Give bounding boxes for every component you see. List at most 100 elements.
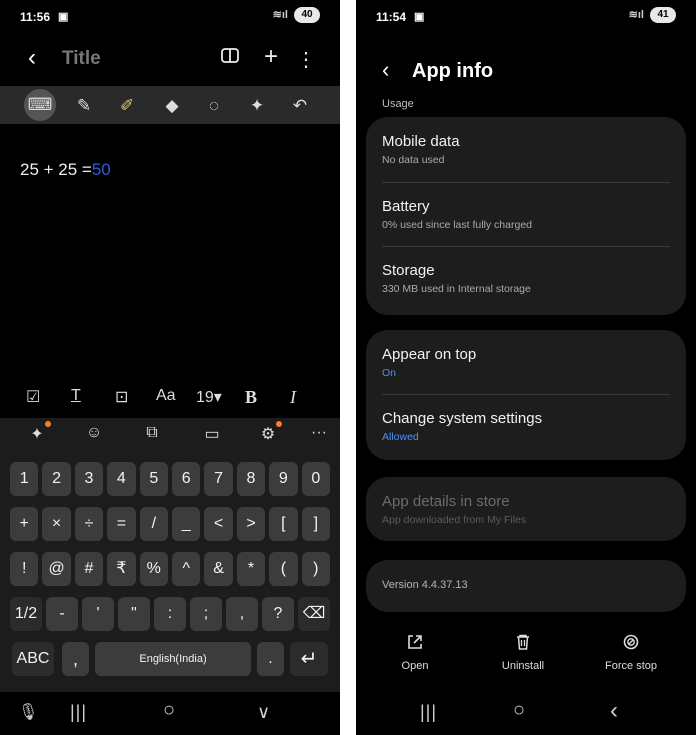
key[interactable]: *: [236, 552, 266, 586]
pen-icon[interactable]: ✎: [72, 94, 96, 118]
abc-key[interactable]: ABC: [12, 642, 54, 676]
ai-sparkle-icon[interactable]: ✦: [26, 424, 48, 444]
comma-key[interactable]: ,: [62, 642, 89, 676]
row-title: Storage: [382, 262, 435, 279]
key[interactable]: ]: [301, 507, 330, 541]
wifi-signal-icon: ≋ıl: [628, 9, 644, 21]
open-button[interactable]: Open: [370, 634, 460, 672]
checkbox-icon[interactable]: ☑: [26, 387, 40, 407]
enter-key[interactable]: ↵: [290, 642, 328, 676]
page-switch-key[interactable]: 1/2: [10, 597, 42, 631]
key[interactable]: ?: [262, 597, 294, 631]
key[interactable]: 4: [107, 462, 136, 496]
text-box-icon[interactable]: ⊡: [115, 387, 128, 407]
eraser-icon[interactable]: ◆: [160, 94, 184, 118]
uninstall-button[interactable]: Uninstall: [478, 634, 568, 672]
plus-icon[interactable]: +: [259, 43, 283, 71]
key[interactable]: ×: [42, 507, 71, 541]
action-label: Force stop: [605, 660, 657, 672]
mic-icon[interactable]: 🎙︎: [18, 702, 38, 722]
keyboard-icon[interactable]: ⌨: [24, 89, 56, 121]
key[interactable]: 6: [172, 462, 201, 496]
key[interactable]: ): [301, 552, 330, 586]
highlighter-icon[interactable]: ✐: [115, 94, 139, 118]
key[interactable]: ₹: [107, 552, 136, 586]
text-style-icon[interactable]: T: [71, 387, 81, 405]
note-canvas[interactable]: 25 + 25 =50: [0, 124, 340, 379]
key[interactable]: 1: [10, 462, 39, 496]
key[interactable]: ': [82, 597, 114, 631]
key[interactable]: %: [139, 552, 168, 586]
note-title[interactable]: Title: [62, 48, 101, 70]
settings-icon[interactable]: ⚙: [257, 424, 279, 444]
font-size-dropdown[interactable]: 19▾: [196, 387, 222, 407]
key[interactable]: !: [10, 552, 39, 586]
notification-dot: [45, 421, 51, 427]
key[interactable]: 9: [269, 462, 298, 496]
key[interactable]: 0: [301, 462, 330, 496]
undo-icon[interactable]: ↶: [288, 94, 312, 118]
key[interactable]: 8: [236, 462, 266, 496]
backspace-key[interactable]: ⌫: [298, 597, 330, 631]
key[interactable]: <: [204, 507, 233, 541]
usage-card: Mobile data No data used Battery 0% used…: [366, 117, 686, 315]
key[interactable]: (: [269, 552, 298, 586]
ai-sparkle-icon[interactable]: ✦: [245, 94, 269, 118]
key[interactable]: 3: [74, 462, 104, 496]
row-subtitle: App downloaded from My Files: [382, 514, 527, 526]
recents-button[interactable]: |||: [70, 702, 87, 723]
key[interactable]: 7: [204, 462, 233, 496]
battery-row[interactable]: Battery 0% used since last fully charged: [382, 198, 670, 231]
key[interactable]: ,: [226, 597, 258, 631]
status-time: 11:56: [20, 10, 51, 24]
key[interactable]: @: [42, 552, 71, 586]
key[interactable]: ;: [190, 597, 222, 631]
row-status: Allowed: [382, 431, 419, 443]
key[interactable]: /: [139, 507, 168, 541]
mobile-data-row[interactable]: Mobile data No data used: [382, 133, 670, 166]
clipboard-icon[interactable]: ▭: [201, 424, 223, 444]
translate-icon[interactable]: ⧉: [141, 424, 163, 442]
key[interactable]: -: [46, 597, 78, 631]
key[interactable]: :: [154, 597, 186, 631]
key[interactable]: ÷: [74, 507, 104, 541]
lasso-icon[interactable]: ◌: [202, 94, 226, 118]
more-vert-icon[interactable]: ⋮: [294, 47, 318, 72]
key[interactable]: _: [172, 507, 201, 541]
back-nav-button[interactable]: ‹: [610, 697, 618, 725]
home-button[interactable]: ○: [163, 699, 175, 722]
bold-button[interactable]: B: [245, 387, 257, 408]
italic-button[interactable]: I: [290, 387, 296, 408]
key[interactable]: 2: [42, 462, 71, 496]
key[interactable]: #: [74, 552, 104, 586]
divider: [382, 246, 670, 247]
key[interactable]: =: [107, 507, 136, 541]
change-system-settings-row[interactable]: Change system settings Allowed: [382, 410, 670, 443]
key[interactable]: ^: [172, 552, 201, 586]
more-icon[interactable]: ···: [308, 424, 330, 442]
appear-on-top-row[interactable]: Appear on top On: [382, 346, 670, 379]
app-info-header: ‹ App info: [356, 56, 696, 86]
status-bar: 11:56 ▣ ≋ıl 40: [0, 0, 340, 30]
hide-keyboard-button[interactable]: ∨: [257, 702, 270, 723]
storage-row[interactable]: Storage 330 MB used in Internal storage: [382, 262, 670, 295]
book-icon[interactable]: [218, 47, 242, 71]
key[interactable]: ": [118, 597, 150, 631]
key[interactable]: [: [269, 507, 298, 541]
recents-button[interactable]: |||: [420, 702, 437, 723]
emoji-icon[interactable]: ☺: [83, 424, 105, 442]
home-button[interactable]: ○: [513, 699, 525, 722]
version-card: Version 4.4.37.13: [366, 560, 686, 612]
status-time: 11:54: [376, 10, 407, 24]
force-stop-button[interactable]: Force stop: [586, 634, 676, 672]
space-key[interactable]: English(India): [95, 642, 251, 676]
font-button[interactable]: Aa: [156, 387, 176, 405]
key[interactable]: >: [236, 507, 266, 541]
key[interactable]: &: [204, 552, 233, 586]
back-button[interactable]: ‹: [28, 44, 36, 72]
key[interactable]: 5: [139, 462, 168, 496]
key[interactable]: +: [10, 507, 39, 541]
back-button[interactable]: ‹: [382, 57, 389, 83]
period-key[interactable]: .: [257, 642, 284, 676]
row-title: Appear on top: [382, 346, 477, 363]
